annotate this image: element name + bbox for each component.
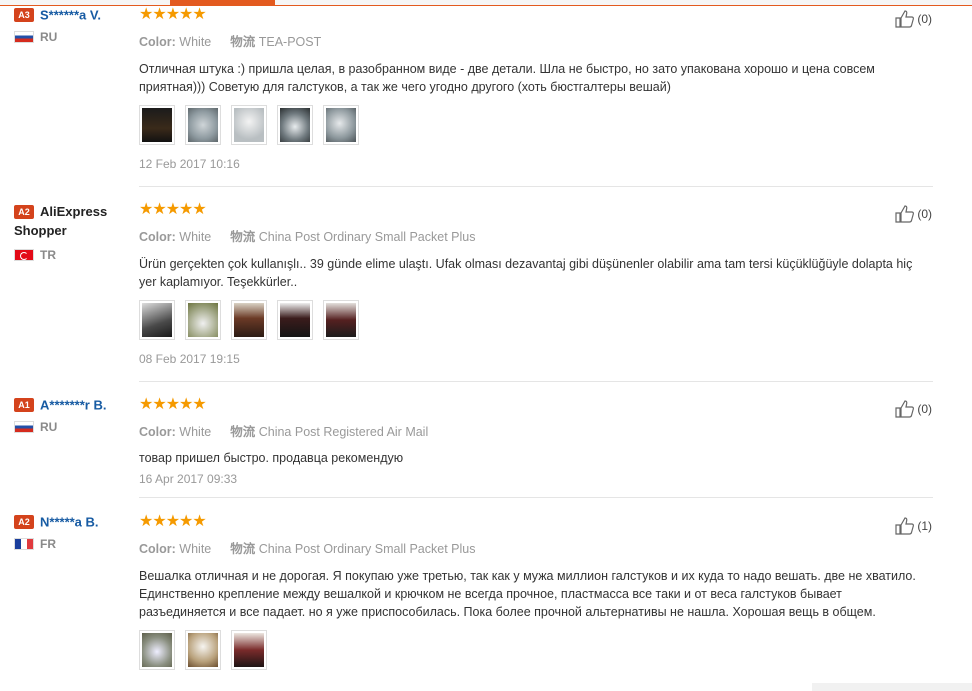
- review-meta: Color: White 物流 China Post Registered Ai…: [139, 421, 929, 440]
- review-date: 08 Feb 2017 19:15: [139, 352, 240, 366]
- color-label: Color:: [139, 425, 176, 439]
- reviewer-info: A2 N*****a B. FR: [14, 514, 132, 551]
- color-value: White: [179, 542, 212, 556]
- helpful-count: (0): [917, 207, 932, 221]
- review-text: товар пришел быстро. продавца рекомендую: [139, 451, 404, 465]
- review-photo[interactable]: [231, 300, 267, 340]
- helpful-count: (0): [917, 12, 932, 26]
- review-divider: [139, 186, 933, 187]
- review-photo[interactable]: [139, 630, 175, 670]
- country-code: RU: [40, 30, 58, 45]
- level-badge: A2: [14, 204, 34, 219]
- logistics-label: 物流: [230, 425, 256, 439]
- active-tab-indicator: [170, 0, 275, 5]
- review-text: Вешалка отличная и не дорогая. Я покупаю…: [139, 569, 916, 619]
- review-photo[interactable]: [231, 105, 267, 145]
- logistics-label: 物流: [230, 230, 256, 244]
- review-content: ★★★★★ Color: White 物流 TEA-POST Отличная …: [139, 7, 929, 171]
- review-photo[interactable]: [185, 300, 221, 340]
- review-photo[interactable]: [323, 300, 359, 340]
- shipping-method: China Post Registered Air Mail: [258, 425, 429, 439]
- reviewer-info: A1 A*******r B. RU: [14, 397, 132, 434]
- review-content: ★★★★★ Color: White 物流 China Post Ordinar…: [139, 202, 929, 366]
- reviewer-name[interactable]: S******a V.: [40, 7, 101, 22]
- shipping-method: TEA-POST: [258, 35, 322, 49]
- photo-list: [139, 300, 929, 340]
- star-icon: ★★★★★: [139, 6, 207, 23]
- thumbs-up-icon: [895, 517, 915, 535]
- review-text: Ürün gerçekten çok kullanışlı.. 39 günde…: [139, 257, 913, 289]
- reviewer-country: RU: [14, 30, 132, 44]
- level-badge: A3: [14, 7, 34, 22]
- review-photo[interactable]: [139, 105, 175, 145]
- page-edge: [812, 683, 972, 691]
- helpful-button[interactable]: (0): [895, 400, 932, 418]
- review-meta: Color: White 物流 TEA-POST: [139, 31, 929, 50]
- review-photo[interactable]: [185, 105, 221, 145]
- review-photo[interactable]: [231, 630, 267, 670]
- review-photo[interactable]: [277, 105, 313, 145]
- review-content: ★★★★★ Color: White 物流 China Post Registe…: [139, 397, 929, 487]
- review-divider: [139, 497, 933, 498]
- star-rating: ★★★★★: [139, 514, 929, 530]
- reviewer-info: A3 S******a V. RU: [14, 7, 132, 44]
- color-label: Color:: [139, 35, 176, 49]
- helpful-count: (1): [917, 519, 932, 533]
- reviewer-name[interactable]: N*****a B.: [40, 514, 99, 529]
- shipping-method: China Post Ordinary Small Packet Plus: [258, 542, 476, 556]
- russia-flag-icon: [14, 421, 34, 434]
- color-value: White: [179, 230, 212, 244]
- helpful-button[interactable]: (0): [895, 205, 932, 223]
- shipping-method: China Post Ordinary Small Packet Plus: [258, 230, 476, 244]
- reviewer-country: FR: [14, 537, 132, 551]
- thumbs-up-icon: [895, 400, 915, 418]
- review-photo[interactable]: [277, 300, 313, 340]
- logistics-label: 物流: [230, 35, 256, 49]
- review-photo[interactable]: [185, 630, 221, 670]
- france-flag-icon: [14, 538, 34, 551]
- review-date: 16 Apr 2017 09:33: [139, 472, 238, 486]
- reviewer-info: A2 AliExpress Shopper TR: [14, 202, 132, 262]
- reviewer-country: TR: [14, 248, 132, 262]
- country-code: TR: [40, 248, 56, 262]
- reviewer-country: RU: [14, 420, 132, 434]
- helpful-button[interactable]: (1): [895, 517, 932, 535]
- review-meta: Color: White 物流 China Post Ordinary Smal…: [139, 226, 929, 245]
- reviewer-name[interactable]: A*******r B.: [40, 397, 106, 412]
- review-divider: [139, 381, 933, 382]
- review-date: 12 Feb 2017 10:16: [139, 157, 240, 171]
- color-label: Color:: [139, 230, 176, 244]
- review-text: Отличная штука :) пришла целая, в разобр…: [139, 62, 875, 94]
- star-icon: ★★★★★: [139, 201, 207, 218]
- color-label: Color:: [139, 542, 176, 556]
- turkey-flag-icon: [14, 249, 34, 261]
- review-photo[interactable]: [323, 105, 359, 145]
- star-rating: ★★★★★: [139, 202, 929, 218]
- color-value: White: [179, 425, 212, 439]
- country-code: RU: [40, 420, 58, 435]
- star-icon: ★★★★★: [139, 396, 207, 413]
- logistics-label: 物流: [230, 542, 256, 556]
- star-rating: ★★★★★: [139, 397, 929, 413]
- star-icon: ★★★★★: [139, 513, 207, 530]
- review-meta: Color: White 物流 China Post Ordinary Smal…: [139, 538, 929, 557]
- thumbs-up-icon: [895, 205, 915, 223]
- helpful-count: (0): [917, 402, 932, 416]
- photo-list: [139, 105, 929, 145]
- photo-list: [139, 630, 929, 670]
- star-rating: ★★★★★: [139, 7, 929, 23]
- russia-flag-icon: [14, 31, 34, 44]
- review-content: ★★★★★ Color: White 物流 China Post Ordinar…: [139, 514, 929, 682]
- level-badge: A1: [14, 397, 34, 412]
- color-value: White: [179, 35, 212, 49]
- level-badge: A2: [14, 514, 34, 529]
- thumbs-up-icon: [895, 10, 915, 28]
- review-photo[interactable]: [139, 300, 175, 340]
- helpful-button[interactable]: (0): [895, 10, 932, 28]
- country-code: FR: [40, 537, 56, 552]
